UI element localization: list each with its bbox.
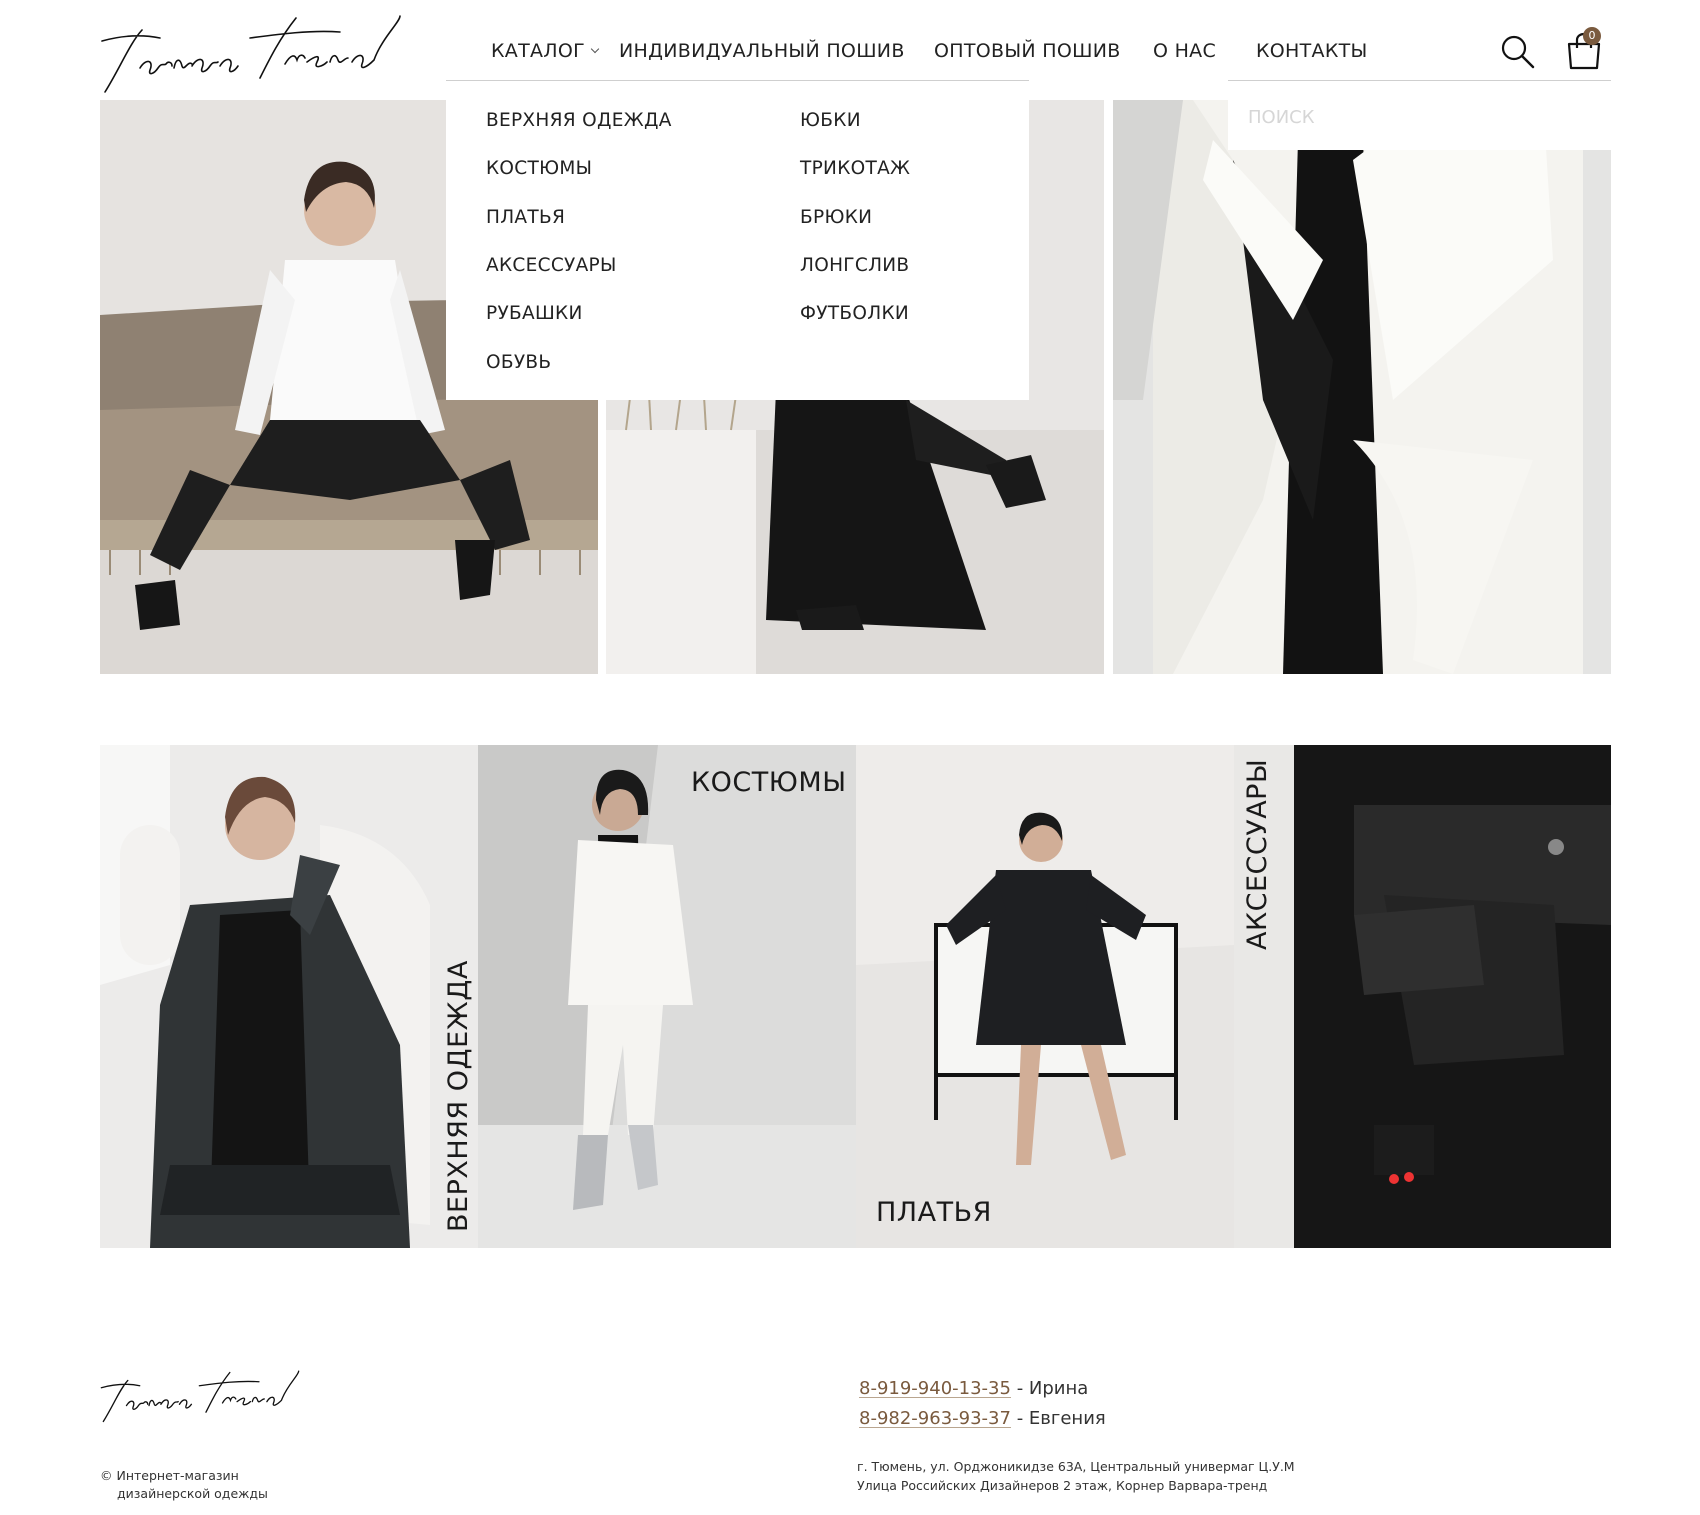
brand-logo-script <box>101 15 401 93</box>
nav-catalog[interactable]: КАТАЛОГ <box>491 40 600 62</box>
catalog-item-longsleeve[interactable]: ЛОНГСЛИВ <box>800 255 909 276</box>
nav-about[interactable]: О НАС <box>1153 40 1216 62</box>
catalog-item-skirts[interactable]: ЮБКИ <box>800 110 861 131</box>
search-icon <box>1501 35 1535 69</box>
white-coat-photo <box>1113 100 1611 674</box>
category-tile-accessories[interactable]: АКСЕССУАРЫ <box>1234 745 1611 1248</box>
address-line-1: г. Тюмень, ул. Орджоникидзе 63А, Централ… <box>857 1459 1295 1474</box>
contact-name-irina: - Ирина <box>1010 1378 1089 1399</box>
nav-custom-tailoring[interactable]: ИНДИВИДУАЛЬНЫЙ ПОШИВ <box>619 40 905 62</box>
category-label-outerwear: ВЕРХНЯЯ ОДЕЖДА <box>443 960 474 1232</box>
category-label-dresses: ПЛАТЬЯ <box>876 1197 992 1228</box>
contact-evgenia: 8-982-963-93-37 - Евгения <box>859 1408 1106 1429</box>
catalog-item-dresses[interactable]: ПЛАТЬЯ <box>486 207 565 228</box>
catalog-item-shoes[interactable]: ОБУВЬ <box>486 352 551 373</box>
catalog-item-knitwear[interactable]: ТРИКОТАЖ <box>800 158 910 179</box>
contact-name-evgenia: - Евгения <box>1010 1408 1106 1429</box>
catalog-dropdown: ВЕРХНЯЯ ОДЕЖДА КОСТЮМЫ ПЛАТЬЯ АКСЕССУАРЫ… <box>446 80 1029 400</box>
search-panel <box>1228 80 1611 150</box>
footer-brand-logo-script <box>100 1370 300 1423</box>
hero-image-3 <box>1113 100 1611 674</box>
copyright-line-1: © Интернет-магазин <box>100 1468 239 1483</box>
chevron-down-icon <box>590 44 600 54</box>
copyright: © Интернет-магазин дизайнерской одежды <box>100 1467 268 1503</box>
catalog-item-accessories[interactable]: АКСЕССУАРЫ <box>486 255 617 276</box>
phone-link-evgenia[interactable]: 8-982-963-93-37 <box>859 1408 1011 1429</box>
catalog-item-outerwear[interactable]: ВЕРХНЯЯ ОДЕЖДА <box>486 110 672 131</box>
nav-wholesale-tailoring[interactable]: ОПТОВЫЙ ПОШИВ <box>934 40 1121 62</box>
copyright-line-2: дизайнерской одежды <box>117 1486 268 1501</box>
search-button[interactable] <box>1500 34 1536 70</box>
outerwear-photo <box>100 745 478 1248</box>
footer-brand-logo[interactable] <box>100 1364 302 1426</box>
accessories-photo <box>1234 745 1611 1248</box>
catalog-item-trousers[interactable]: БРЮКИ <box>800 207 872 228</box>
category-tile-dresses[interactable]: ПЛАТЬЯ <box>856 745 1234 1248</box>
nav-contacts[interactable]: КОНТАКТЫ <box>1256 40 1368 62</box>
category-label-accessories: АКСЕССУАРЫ <box>1242 758 1273 950</box>
phone-link-irina[interactable]: 8-919-940-13-35 <box>859 1378 1011 1399</box>
search-input[interactable] <box>1248 103 1588 131</box>
contact-irina: 8-919-940-13-35 - Ирина <box>859 1378 1088 1399</box>
cart-count-badge: 0 <box>1583 27 1601 45</box>
catalog-item-tshirts[interactable]: ФУТБОЛКИ <box>800 303 909 324</box>
catalog-item-suits[interactable]: КОСТЮМЫ <box>486 158 592 179</box>
brand-logo[interactable] <box>100 8 405 96</box>
suits-photo <box>478 745 856 1248</box>
dresses-photo <box>856 745 1234 1248</box>
category-tile-outerwear[interactable]: ВЕРХНЯЯ ОДЕЖДА <box>100 745 478 1248</box>
category-label-suits: КОСТЮМЫ <box>691 767 847 798</box>
nav-catalog-label: КАТАЛОГ <box>491 40 586 62</box>
catalog-item-shirts[interactable]: РУБАШКИ <box>486 303 583 324</box>
address-line-2: Улица Российских Дизайнеров 2 этаж, Корн… <box>857 1478 1268 1493</box>
category-tile-suits[interactable]: КОСТЮМЫ <box>478 745 856 1248</box>
